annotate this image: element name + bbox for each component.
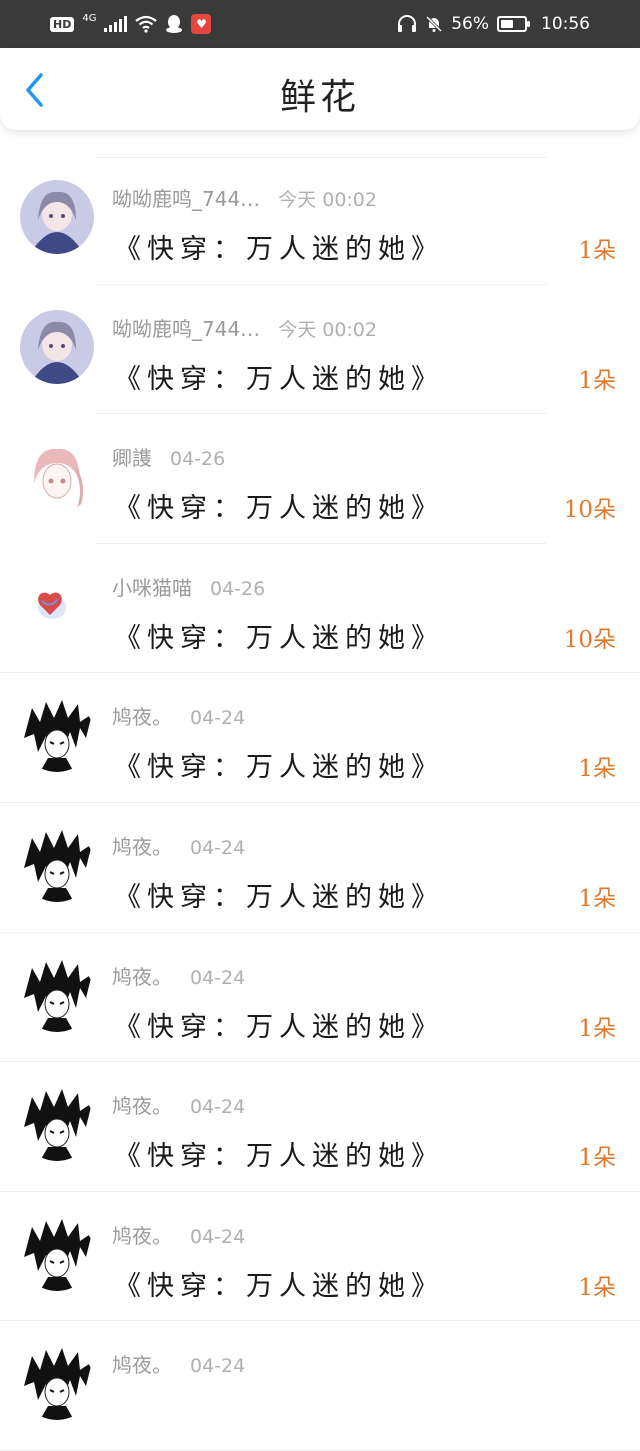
item-meta: 鸠夜。 04-24 [112, 961, 245, 990]
list-item[interactable]: 鸠夜。 04-24 《快穿：万人迷的她》 1朵 [0, 933, 640, 1063]
book-title: 《快穿：万人迷的她》 [114, 363, 444, 395]
item-meta: 鸠夜。 04-24 [112, 1220, 245, 1249]
flower-amount: 1朵 [578, 1274, 616, 1301]
avatar-ink-boy[interactable] [20, 1216, 94, 1291]
book-title: 《快穿：万人迷的她》 [114, 752, 444, 784]
avatar-anime-girl[interactable] [20, 309, 94, 384]
page-title: 鲜花 [279, 77, 360, 118]
item-meta: 呦呦鹿鸣_744… 今天 00:02 [112, 313, 377, 342]
username[interactable]: 小咪猫喵 [112, 572, 192, 601]
list-item[interactable]: 小咪猫喵 04-26 《快穿：万人迷的她》 10朵 [0, 544, 640, 674]
username[interactable]: 鸠夜。 [112, 1220, 172, 1249]
list-item[interactable]: 呦呦鹿鸣_744… 今天 00:02 《快穿：万人迷的她》 1朵 [0, 285, 640, 415]
book-title: 《快穿：万人迷的她》 [114, 1141, 444, 1173]
flower-amount: 10朵 [563, 626, 616, 653]
avatar-ink-boy[interactable] [20, 827, 94, 902]
hd-badge: HD [50, 16, 75, 32]
username[interactable]: 鸠夜。 [112, 961, 172, 990]
username[interactable]: 鸠夜。 [112, 1090, 172, 1119]
status-right: 56% 10:56 [397, 14, 590, 34]
list-item[interactable]: 鸠夜。 04-24 《快穿：万人迷的她》 1朵 [0, 1192, 640, 1322]
username[interactable]: 卿謢 [112, 442, 152, 471]
book-title: 《快穿：万人迷的她》 [114, 881, 444, 913]
battery-percent: 56% [451, 14, 489, 34]
app-notification-icon: ♥ [191, 14, 212, 34]
book-title: 《快穿：万人迷的她》 [114, 1011, 444, 1043]
book-title: 《快穿：万人迷的她》 [114, 622, 444, 654]
wifi-icon [135, 15, 158, 33]
flower-amount: 10朵 [563, 497, 616, 524]
item-meta: 鸠夜。 04-24 [112, 831, 245, 860]
network-type: 4G [82, 12, 97, 24]
battery-fill [501, 20, 514, 28]
flower-amount: 1朵 [578, 1145, 616, 1172]
list-item[interactable]: 呦呦鹿鸣_744… 今天 00:02 《快穿：万人迷的她》 1朵 [0, 155, 640, 285]
signal-icon [104, 16, 128, 32]
status-bar: HD 4G ♥ 56% 10:56 [0, 0, 640, 48]
username[interactable]: 鸠夜。 [112, 831, 172, 860]
avatar-anime-girl[interactable] [20, 180, 94, 254]
timestamp: 04-24 [190, 836, 246, 859]
avatar-ink-boy[interactable] [20, 957, 94, 1032]
book-title: 《快穿：万人迷的她》 [114, 234, 444, 265]
flower-record-list: 呦呦鹿鸣_744… 今天 00:02 《快穿：万人迷的她》 1朵 呦呦鹿鸣_74… [0, 155, 640, 1451]
list-item[interactable]: 鸠夜。 04-24 [0, 1321, 640, 1451]
flower-amount: 1朵 [578, 1015, 616, 1042]
item-meta: 鸠夜。 04-24 [112, 1349, 245, 1378]
qq-icon [166, 15, 183, 33]
status-left: HD 4G ♥ [50, 12, 212, 34]
avatar-ink-boy[interactable] [20, 1087, 94, 1162]
mute-bell-icon [426, 15, 443, 33]
username[interactable]: 鸠夜。 [112, 1349, 172, 1378]
item-meta: 卿謢 04-26 [112, 442, 225, 471]
item-meta: 鸠夜。 04-24 [112, 701, 245, 730]
timestamp: 04-26 [210, 577, 266, 600]
clock: 10:56 [541, 14, 590, 34]
timestamp: 今天 00:02 [278, 318, 377, 341]
list-item[interactable]: 鸠夜。 04-24 《快穿：万人迷的她》 1朵 [0, 803, 640, 933]
headphones-icon [398, 15, 417, 32]
timestamp: 今天 00:02 [278, 189, 377, 211]
username[interactable]: 呦呦鹿鸣_744… [112, 183, 260, 212]
flower-amount: 1朵 [578, 756, 616, 783]
item-meta: 小咪猫喵 04-26 [112, 572, 265, 601]
item-meta: 鸠夜。 04-24 [112, 1090, 245, 1119]
flower-amount: 1朵 [578, 885, 616, 912]
avatar-ink-boy[interactable] [20, 1346, 94, 1421]
book-title: 《快穿：万人迷的她》 [114, 1270, 444, 1302]
list-item[interactable]: 鸠夜。 04-24 《快穿：万人迷的她》 1朵 [0, 673, 640, 803]
timestamp: 04-24 [190, 966, 246, 989]
list-item[interactable]: 鸠夜。 04-24 《快穿：万人迷的她》 1朵 [0, 1062, 640, 1192]
timestamp: 04-24 [190, 1096, 246, 1119]
timestamp: 04-24 [190, 1225, 246, 1248]
username[interactable]: 呦呦鹿鸣_744… [112, 313, 260, 342]
avatar-heart[interactable] [20, 568, 94, 643]
timestamp: 04-24 [190, 1355, 246, 1378]
flower-amount: 1朵 [578, 238, 616, 264]
timestamp: 04-26 [170, 448, 226, 471]
nav-header: 鲜花 [0, 48, 640, 130]
username[interactable]: 鸠夜。 [112, 701, 172, 730]
item-meta: 呦呦鹿鸣_744… 今天 00:02 [112, 183, 377, 212]
timestamp: 04-24 [190, 707, 246, 730]
avatar-sketch-girl[interactable] [20, 439, 94, 514]
avatar-ink-boy[interactable] [20, 698, 94, 773]
battery-icon [497, 16, 530, 32]
flower-amount: 1朵 [578, 367, 616, 394]
list-item[interactable]: 卿謢 04-26 《快穿：万人迷的她》 10朵 [0, 414, 640, 544]
book-title: 《快穿：万人迷的她》 [114, 493, 444, 525]
